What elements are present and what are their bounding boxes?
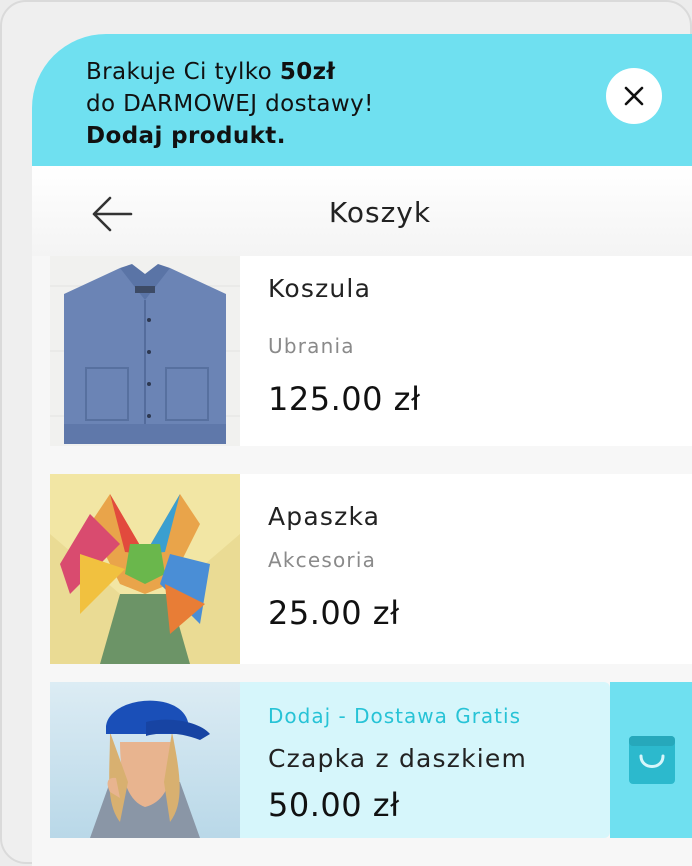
free-shipping-promo-label: Dodaj - Dostawa Gratis xyxy=(268,704,521,728)
banner-add-product: Dodaj produkt. xyxy=(86,123,286,149)
add-to-cart-button[interactable] xyxy=(610,682,692,838)
product-image-shirt xyxy=(50,256,240,446)
suggested-item-details: Dodaj - Dostawa Gratis Czapka z daszkiem… xyxy=(240,682,610,838)
app-screen: Brakuje Ci tylko 50zł do DARMOWEJ dostaw… xyxy=(32,34,692,866)
page-title: Koszyk xyxy=(328,196,432,229)
item-details: Apaszka Akcesoria 25.00 zł xyxy=(240,474,692,664)
banner-line1-prefix: Brakuje Ci tylko xyxy=(86,59,280,85)
banner-amount: 50zł xyxy=(279,59,336,85)
item-category: Ubrania xyxy=(268,334,355,358)
item-category: Akcesoria xyxy=(268,548,377,572)
product-image-scarf xyxy=(50,474,240,664)
shopping-bag-icon xyxy=(629,736,675,784)
page-header: Koszyk xyxy=(32,166,692,256)
item-name: Apaszka xyxy=(268,502,381,531)
banner-text: Brakuje Ci tylko 50zł do DARMOWEJ dostaw… xyxy=(86,56,374,152)
item-price: 125.00 zł xyxy=(268,380,421,418)
close-icon xyxy=(624,86,644,106)
item-name: Czapka z daszkiem xyxy=(268,744,528,773)
item-name: Koszula xyxy=(268,274,372,303)
banner-line2: do DARMOWEJ dostawy! xyxy=(86,91,374,117)
product-image-cap xyxy=(50,682,240,838)
close-banner-button[interactable] xyxy=(606,68,662,124)
free-shipping-banner: Brakuje Ci tylko 50zł do DARMOWEJ dostaw… xyxy=(32,34,692,166)
item-price: 50.00 zł xyxy=(268,786,400,824)
suggested-item[interactable]: Dodaj - Dostawa Gratis Czapka z daszkiem… xyxy=(50,682,692,838)
cart-item[interactable]: Koszula Ubrania 125.00 zł xyxy=(50,256,692,446)
item-details: Koszula Ubrania 125.00 zł xyxy=(240,256,692,446)
cart-item[interactable]: Apaszka Akcesoria 25.00 zł xyxy=(50,474,692,664)
device-frame: Brakuje Ci tylko 50zł do DARMOWEJ dostaw… xyxy=(0,0,692,866)
item-price: 25.00 zł xyxy=(268,594,400,632)
